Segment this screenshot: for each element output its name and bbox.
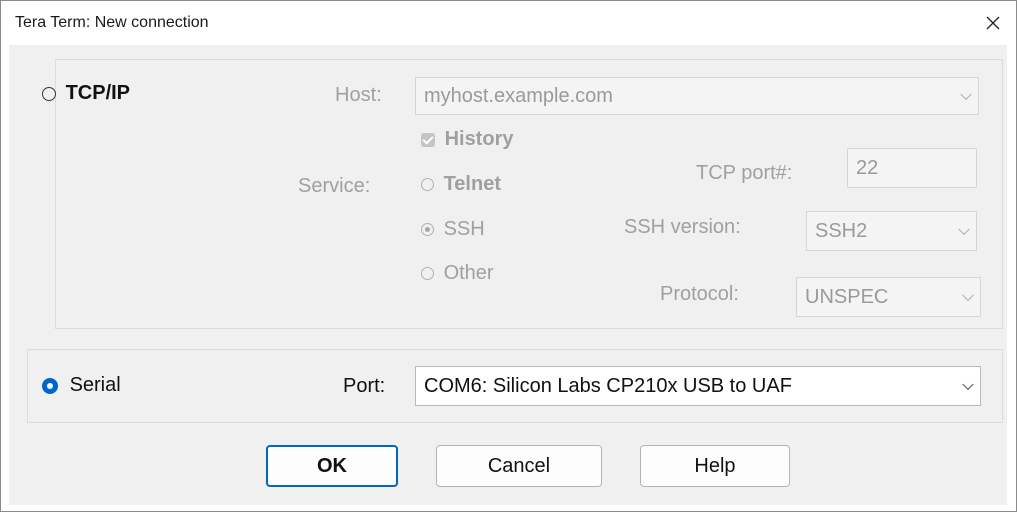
service-label: Service: [298, 175, 371, 197]
ssh-version-label: SSH version: [624, 216, 741, 238]
ssh-version-value: SSH2 [815, 219, 868, 242]
ok-button[interactable]: OK [266, 445, 398, 487]
tcpip-radio[interactable]: TCP/IP [42, 82, 130, 105]
new-connection-dialog: Tera Term: New connection TCP/IP Host: m… [0, 0, 1017, 512]
tcpip-group: TCP/IP Host: myhost.example.com History … [42, 59, 1003, 329]
tcpip-radio-label: TCP/IP [65, 82, 131, 104]
close-icon [986, 16, 1000, 30]
radio-selected-icon [421, 223, 434, 237]
protocol-label: Protocol: [660, 283, 739, 305]
help-button[interactable]: Help [640, 445, 790, 487]
history-checkbox[interactable]: History [421, 128, 513, 151]
service-radio-other[interactable]: Other [421, 262, 494, 285]
serial-radio-label: Serial [69, 374, 121, 396]
window-title: Tera Term: New connection [15, 14, 209, 31]
chevron-down-icon [958, 223, 970, 236]
host-combobox[interactable]: myhost.example.com [415, 77, 979, 115]
chevron-down-icon [960, 88, 972, 101]
close-button[interactable] [970, 1, 1016, 45]
tcp-port-input[interactable]: 22 [847, 148, 977, 188]
service-label-ssh: SSH [443, 218, 485, 240]
ssh-version-select[interactable]: SSH2 [806, 211, 977, 251]
serial-radio[interactable]: Serial [42, 374, 121, 397]
radio-icon [421, 267, 434, 281]
serial-radio-selected-icon [42, 377, 58, 394]
port-value: COM6: Silicon Labs CP210x USB to UAF [424, 374, 792, 397]
service-radio-ssh[interactable]: SSH [421, 218, 485, 241]
history-label: History [444, 128, 514, 150]
title-bar: Tera Term: New connection [1, 1, 1016, 45]
chevron-down-icon [962, 289, 974, 302]
serial-group: Serial Port: COM6: Silicon Labs CP210x U… [27, 349, 1003, 423]
protocol-value: UNSPEC [805, 285, 889, 308]
cancel-button[interactable]: Cancel [436, 445, 602, 487]
tcpip-radio-icon [42, 86, 56, 101]
port-label: Port: [343, 375, 386, 397]
checkbox-icon [421, 132, 435, 147]
service-label-telnet: Telnet [443, 173, 501, 195]
tcp-port-label: TCP port#: [696, 162, 793, 184]
protocol-select[interactable]: UNSPEC [796, 277, 981, 317]
dialog-client-area: TCP/IP Host: myhost.example.com History … [9, 45, 1007, 505]
service-radio-telnet[interactable]: Telnet [421, 173, 501, 196]
service-label-other: Other [443, 262, 494, 284]
radio-icon [421, 178, 434, 192]
chevron-down-icon [962, 378, 974, 391]
tcp-port-value: 22 [856, 156, 879, 179]
host-value: myhost.example.com [424, 84, 613, 107]
host-label: Host: [335, 84, 382, 106]
port-select[interactable]: COM6: Silicon Labs CP210x USB to UAF [415, 366, 981, 406]
